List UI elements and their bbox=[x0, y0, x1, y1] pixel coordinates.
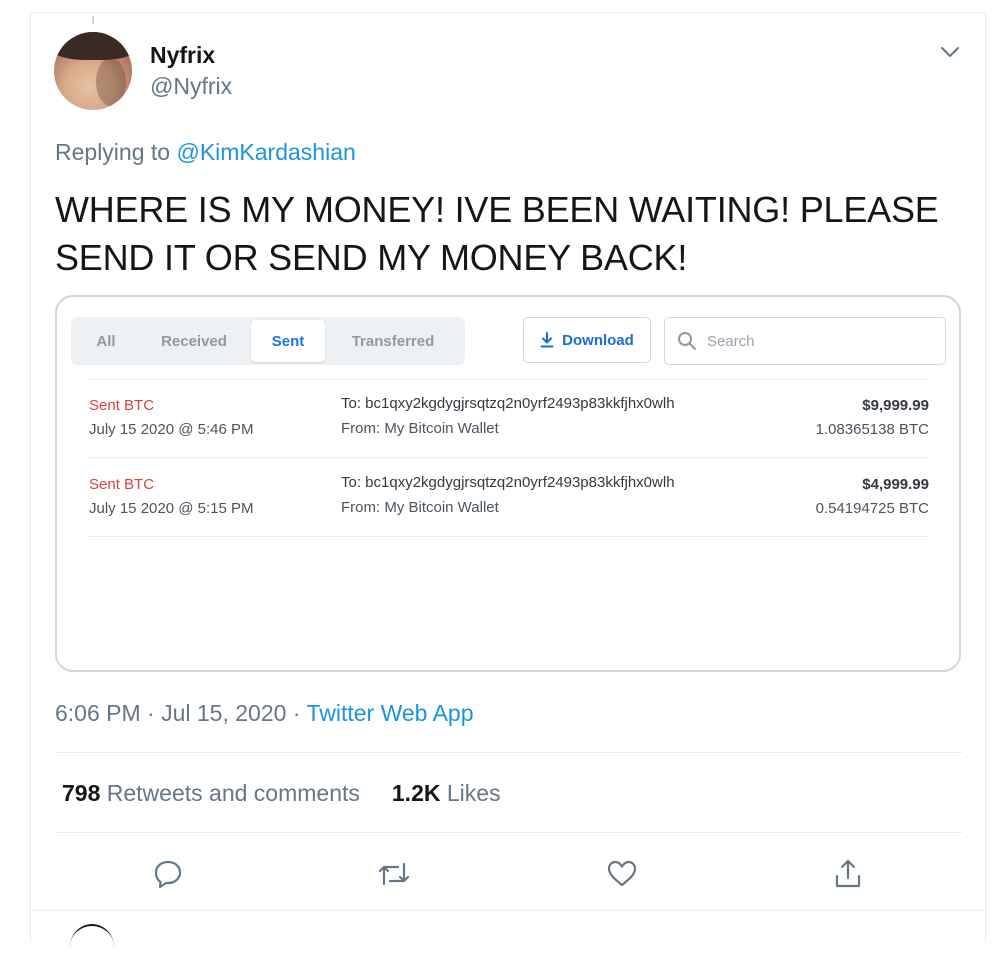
transaction-to-address: To: bc1qxy2kgdygjrsqtzq2n0yrf2493p83kkfj… bbox=[341, 395, 675, 412]
transaction-row[interactable]: Sent BTC July 15 2020 @ 5:15 PM To: bc1q… bbox=[87, 468, 929, 538]
retweets-stat[interactable]: 798 Retweets and comments bbox=[62, 780, 360, 807]
transaction-tabs: All Received Sent Transferred bbox=[71, 317, 465, 365]
stats-top-divider bbox=[55, 752, 962, 753]
avatar[interactable] bbox=[54, 32, 132, 110]
next-tweet-avatar[interactable] bbox=[70, 924, 114, 970]
retweet-button[interactable] bbox=[372, 852, 416, 896]
tab-transferred[interactable]: Transferred bbox=[325, 320, 461, 362]
download-button[interactable]: Download bbox=[523, 317, 651, 363]
like-icon bbox=[607, 860, 637, 887]
search-field[interactable] bbox=[664, 317, 946, 365]
transaction-usd-amount: $9,999.99 bbox=[862, 397, 929, 414]
tweet-text: WHERE IS MY MONEY! IVE BEEN WAITING! PLE… bbox=[55, 189, 939, 278]
table-divider bbox=[87, 457, 929, 458]
transaction-type: Sent BTC bbox=[89, 397, 155, 414]
transaction-date: July 15 2020 @ 5:46 PM bbox=[89, 421, 254, 438]
tab-all[interactable]: All bbox=[75, 320, 137, 362]
retweet-icon bbox=[378, 862, 410, 886]
transaction-btc-amount: 1.08365138 BTC bbox=[815, 421, 929, 438]
likes-count: 1.2K bbox=[391, 780, 441, 806]
download-label: Download bbox=[562, 331, 634, 349]
avatar-hair bbox=[54, 32, 132, 60]
tab-received[interactable]: Received bbox=[137, 320, 251, 362]
transaction-from-wallet: From: My Bitcoin Wallet bbox=[341, 420, 499, 437]
more-options-button[interactable] bbox=[936, 40, 964, 64]
share-button[interactable] bbox=[826, 852, 870, 896]
media-screenshot[interactable]: All Received Sent Transferred Download S… bbox=[55, 295, 961, 672]
table-divider bbox=[87, 536, 929, 537]
transaction-type: Sent BTC bbox=[89, 476, 155, 493]
author-display-name[interactable]: Nyfrix bbox=[150, 42, 215, 69]
tweet-timestamp[interactable]: 6:06 PM · Jul 15, 2020 · bbox=[55, 700, 300, 726]
tab-sent[interactable]: Sent bbox=[251, 320, 325, 362]
thread-line bbox=[92, 16, 94, 24]
tweet-actions bbox=[0, 852, 1002, 896]
search-icon bbox=[678, 332, 696, 350]
tweet-stats: 798 Retweets and comments 1.2K Likes bbox=[62, 780, 501, 807]
tweet-meta: 6:06 PM · Jul 15, 2020 · Twitter Web App bbox=[55, 700, 474, 727]
replying-prefix: Replying to bbox=[55, 139, 171, 165]
chevron-down-icon bbox=[941, 47, 959, 57]
likes-stat[interactable]: 1.2K Likes bbox=[392, 780, 501, 807]
like-button[interactable] bbox=[600, 852, 644, 896]
search-input[interactable] bbox=[705, 331, 909, 351]
replying-to-link[interactable]: @KimKardashian bbox=[176, 139, 355, 165]
replying-to: Replying to @KimKardashian bbox=[55, 139, 356, 166]
table-divider bbox=[87, 379, 929, 380]
author-handle[interactable]: @Nyfrix bbox=[150, 73, 232, 100]
download-icon bbox=[540, 332, 554, 348]
next-tweet-divider bbox=[30, 910, 986, 911]
transaction-from-wallet: From: My Bitcoin Wallet bbox=[341, 499, 499, 516]
transaction-btc-amount: 0.54194725 BTC bbox=[815, 500, 929, 517]
transaction-to-address: To: bc1qxy2kgdygjrsqtzq2n0yrf2493p83kkfj… bbox=[341, 474, 675, 491]
transaction-usd-amount: $4,999.99 bbox=[862, 476, 929, 493]
likes-label: Likes bbox=[446, 780, 501, 806]
share-icon bbox=[835, 859, 861, 888]
reply-button[interactable] bbox=[146, 852, 190, 896]
retweets-label: Retweets and comments bbox=[106, 780, 360, 806]
transaction-date: July 15 2020 @ 5:15 PM bbox=[89, 500, 254, 517]
stats-bottom-divider bbox=[55, 832, 962, 833]
retweets-count: 798 bbox=[62, 780, 101, 806]
tweet-source-link[interactable]: Twitter Web App bbox=[306, 700, 473, 726]
transaction-row[interactable]: Sent BTC July 15 2020 @ 5:46 PM To: bc1q… bbox=[87, 389, 929, 459]
reply-icon bbox=[154, 860, 182, 889]
avatar-face-shadow bbox=[96, 58, 126, 106]
